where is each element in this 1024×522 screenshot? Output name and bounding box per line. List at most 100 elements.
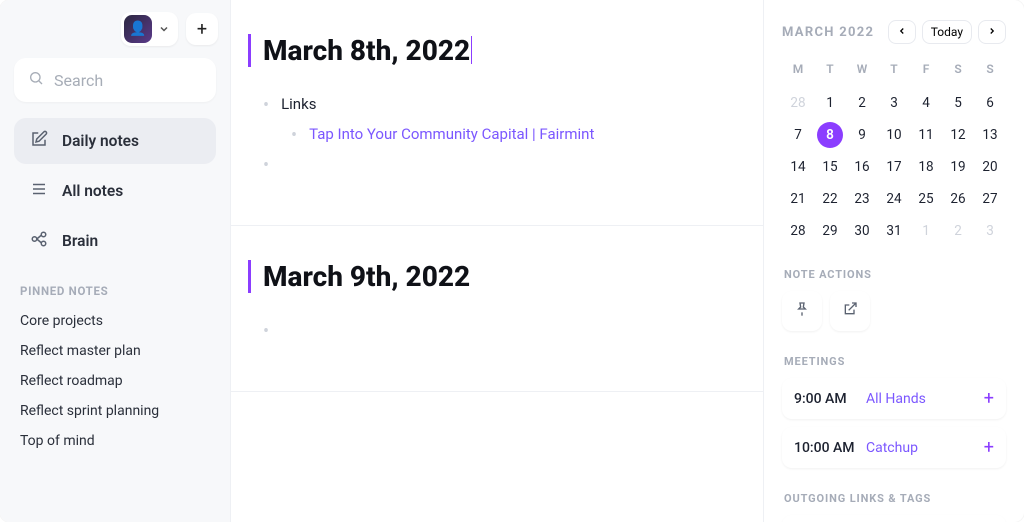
calendar-day[interactable]: 20 [977,154,1003,180]
note-bullet[interactable]: • [263,151,731,181]
nav-daily-notes[interactable]: Daily notes [14,118,216,164]
calendar-title: MARCH 2022 [782,25,874,40]
note-bullet[interactable]: • Tap Into Your Community Capital | Fairm… [291,121,731,151]
avatar: 👤 [124,15,152,43]
calendar-day[interactable]: 9 [849,122,875,148]
bullet-icon: • [263,155,269,177]
calendar-day[interactable]: 7 [785,122,811,148]
calendar-day[interactable]: 3 [977,218,1003,244]
pinned-note[interactable]: Top of mind [10,426,220,456]
brain-icon [30,230,48,252]
calendar-day[interactable]: 28 [785,90,811,116]
search-placeholder: Search [54,71,103,90]
calendar-day[interactable]: 28 [785,218,811,244]
calendar-prev-button[interactable] [888,20,916,44]
chevron-down-icon [158,20,170,39]
meeting-add-button[interactable]: + [980,437,998,458]
open-externally-button[interactable] [830,291,870,331]
pinned-note[interactable]: Core projects [10,306,220,336]
note-bullet[interactable]: • [263,317,731,347]
nav-label: All notes [62,182,123,200]
meeting-row[interactable]: 9:00 AMAll Hands+ [782,378,1006,419]
calendar-day[interactable]: 17 [881,154,907,180]
calendar-day[interactable]: 5 [945,90,971,116]
calendar-day[interactable]: 10 [881,122,907,148]
workspace-switcher[interactable]: 👤 [121,12,178,46]
calendar-day[interactable]: 6 [977,90,1003,116]
note-link[interactable]: Tap Into Your Community Capital | Fairmi… [309,125,594,143]
note-bullet[interactable]: • Links [263,91,731,121]
calendar-dow: T [878,58,910,84]
meeting-row[interactable]: 10:00 AM Catchup + [782,427,1006,468]
calendar-day[interactable]: 14 [785,154,811,180]
calendar-day[interactable]: 26 [945,186,971,212]
nav-label: Daily notes [62,132,139,150]
bullet-icon: • [291,125,297,147]
chevron-left-icon [897,25,907,39]
nav-brain[interactable]: Brain [14,218,216,264]
pinned-note[interactable]: Reflect roadmap [10,366,220,396]
pinned-note[interactable]: Reflect master plan [10,336,220,366]
calendar-day[interactable]: 16 [849,154,875,180]
calendar-day[interactable]: 25 [913,186,939,212]
calendar-day[interactable]: 2 [849,90,875,116]
meeting-title: All Hands [866,391,970,407]
calendar-day[interactable]: 19 [945,154,971,180]
calendar-day[interactable]: 4 [913,90,939,116]
calendar-day[interactable]: 13 [977,122,1003,148]
calendar-day[interactable]: 18 [913,154,939,180]
calendar-dow: W [846,58,878,84]
note-actions-label: NOTE ACTIONS [784,268,1006,281]
calendar-day[interactable]: 3 [881,90,907,116]
calendar-dow: F [910,58,942,84]
meeting-title: Catchup [866,440,970,456]
note-text: Links [281,95,316,113]
right-panel: MARCH 2022 Today MTWTFSS2812345678910111… [764,0,1024,522]
calendar-day[interactable]: 2 [945,218,971,244]
chevron-right-icon [987,25,997,39]
calendar-dow: M [782,58,814,84]
calendar-day[interactable]: 12 [945,122,971,148]
calendar-day[interactable]: 1 [913,218,939,244]
bullet-icon: • [263,321,269,343]
pin-note-button[interactable] [782,291,822,331]
pin-icon [794,301,810,321]
calendar-dow: S [974,58,1006,84]
calendar-day[interactable]: 8 [817,122,843,148]
nav-label: Brain [62,232,98,250]
outgoing-link[interactable]: Tap Into Your Community Capital... ↗ [782,515,1006,522]
bullet-icon: • [263,95,269,117]
calendar-day[interactable]: 22 [817,186,843,212]
outgoing-label: OUTGOING LINKS & TAGS [784,492,1006,505]
calendar-dow: S [942,58,974,84]
calendar-next-button[interactable] [978,20,1006,44]
note-title: March 9th, 2022 [248,260,470,293]
text-cursor [471,36,472,64]
calendar-day[interactable]: 31 [881,218,907,244]
daily-note[interactable]: March 9th, 2022 • [231,226,763,392]
calendar-day[interactable]: 29 [817,218,843,244]
calendar-day[interactable]: 27 [977,186,1003,212]
calendar-day[interactable]: 21 [785,186,811,212]
meeting-add-button[interactable]: + [980,388,998,409]
meetings-label: MEETINGS [784,355,1006,368]
calendar-day[interactable]: 30 [849,218,875,244]
meeting-time: 10:00 AM [794,440,856,456]
external-link-icon [842,301,858,321]
nav-all-notes[interactable]: All notes [14,168,216,214]
note-title: March 8th, 2022 [248,34,472,67]
calendar-today-button[interactable]: Today [922,20,972,44]
pinned-note[interactable]: Reflect sprint planning [10,396,220,426]
calendar-day[interactable]: 23 [849,186,875,212]
new-note-button[interactable]: + [186,13,218,45]
pinned-notes-label: PINNED NOTES [10,266,220,306]
calendar-day[interactable]: 1 [817,90,843,116]
search-icon [28,70,44,90]
daily-note[interactable]: March 8th, 2022 • Links • Tap Into Your Comm… [231,0,763,226]
sidebar: 👤 + Search Daily notes All notes [0,0,230,522]
search-input[interactable]: Search [14,58,216,102]
calendar-day[interactable]: 24 [881,186,907,212]
calendar-day[interactable]: 11 [913,122,939,148]
calendar-day[interactable]: 15 [817,154,843,180]
notes-column: March 8th, 2022 • Links • Tap Into Your Comm… [230,0,764,522]
